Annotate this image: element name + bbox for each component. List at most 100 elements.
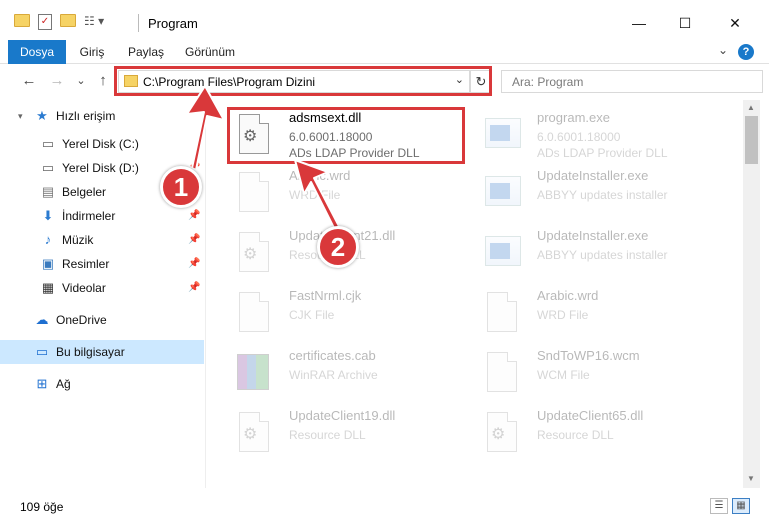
file-type: Resource DLL: [289, 428, 366, 442]
file-tile[interactable]: UpdateInstaller.exe ABBYY updates instal…: [475, 224, 711, 280]
tiles-view-icon[interactable]: ▦: [732, 498, 750, 514]
file-name: Arabic.wrd: [289, 168, 351, 183]
folder-icon: [14, 14, 30, 27]
help-icon[interactable]: ?: [738, 44, 754, 60]
drive-icon: ▭: [41, 160, 55, 175]
file-tile[interactable]: FastNrml.cjk CJK File: [227, 284, 463, 340]
pin-icon[interactable]: 📌: [188, 204, 200, 228]
minimize-button[interactable]: —: [616, 8, 662, 38]
sidebar-item-local-disk-c[interactable]: ▭ Yerel Disk (C:): [0, 132, 204, 156]
sidebar-item-label: İndirmeler: [62, 209, 116, 223]
file-name: UpdateClient65.dll: [537, 408, 644, 423]
sidebar-item-this-pc[interactable]: ▭ Bu bilgisayar: [0, 340, 204, 364]
sidebar-item-music[interactable]: ♪ Müzik 📌: [0, 228, 204, 252]
forward-button[interactable]: →: [46, 70, 68, 92]
customize-toolbar-icon[interactable]: ☷ ▾: [84, 14, 104, 32]
file-type: WRD File: [537, 308, 589, 322]
file-tile[interactable]: Arabic.wrd WRD File: [227, 164, 463, 220]
file-tile[interactable]: ⚙ UpdateClient65.dll Resource DLL: [475, 404, 711, 460]
pin-icon[interactable]: 📌: [188, 228, 200, 252]
document-file-icon: [483, 290, 521, 334]
tab-home[interactable]: Giriş: [70, 40, 114, 64]
new-folder-icon[interactable]: [60, 14, 76, 27]
cloud-icon: ☁: [35, 312, 49, 327]
file-type: WRD File: [289, 188, 341, 202]
file-type: Resource DLL: [537, 428, 614, 442]
scroll-down-icon[interactable]: ▼: [747, 474, 755, 483]
callout-badge-2: 2: [317, 226, 359, 268]
sidebar-item-label: OneDrive: [56, 313, 107, 327]
file-name: UpdateInstaller.exe: [537, 228, 649, 243]
ribbon-collapse-icon[interactable]: ⌄: [718, 43, 728, 57]
recent-locations-button[interactable]: ⌄: [70, 70, 92, 92]
navigation-pane: ▾ ★ Hızlı erişim ▭ Yerel Disk (C:) ▭ Yer…: [0, 100, 206, 488]
sidebar-item-label: Bu bilgisayar: [56, 345, 125, 359]
file-tile[interactable]: program.exe 6.0.6001.18000 ADs LDAP Prov…: [475, 106, 711, 162]
sidebar-item-label: Yerel Disk (C:): [62, 137, 139, 151]
file-name: certificates.cab: [289, 348, 376, 363]
dll-file-icon: ⚙: [483, 410, 521, 454]
sidebar-item-label: Hızlı erişim: [56, 109, 116, 123]
scrollbar-thumb[interactable]: [745, 116, 758, 164]
sidebar-item-network[interactable]: ⊞ Ağ: [0, 372, 204, 396]
videos-icon: ▦: [41, 280, 55, 295]
close-button[interactable]: ✕: [712, 8, 758, 38]
document-file-icon: [235, 290, 273, 334]
file-tile[interactable]: ⚙ UpdateClient19.dll Resource DLL: [227, 404, 463, 460]
sidebar-item-label: Ağ: [56, 377, 71, 391]
computer-icon: ▭: [35, 344, 49, 359]
chevron-down-icon[interactable]: ▾: [18, 104, 23, 128]
drive-icon: ▭: [41, 136, 55, 151]
file-name: FastNrml.cjk: [289, 288, 362, 303]
search-input[interactable]: Ara: Program: [501, 70, 763, 93]
file-name: Arabic.wrd: [537, 288, 599, 303]
file-tile[interactable]: Arabic.wrd WRD File: [475, 284, 711, 340]
callout-badge-1: 1: [160, 166, 202, 208]
sidebar-item-videos[interactable]: ▦ Videolar 📌: [0, 276, 204, 300]
sidebar-item-pictures[interactable]: ▣ Resimler 📌: [0, 252, 204, 276]
sidebar-item-label: Videolar: [62, 281, 106, 295]
file-type: WCM File: [537, 368, 590, 382]
tab-share[interactable]: Paylaş: [120, 40, 172, 64]
file-description: ADs LDAP Provider DLL: [537, 146, 668, 160]
tab-file[interactable]: Dosya: [8, 40, 66, 64]
details-view-icon[interactable]: ☰: [710, 498, 728, 514]
search-placeholder: Ara: Program: [512, 75, 584, 89]
file-name: UpdateInstaller.exe: [537, 168, 649, 183]
document-file-icon: [235, 170, 273, 214]
file-tile[interactable]: SndToWP16.wcm WCM File: [475, 344, 711, 400]
maximize-button[interactable]: ☐: [662, 8, 708, 38]
sidebar-item-quick-access[interactable]: ▾ ★ Hızlı erişim: [0, 104, 204, 128]
item-count: 109 öğe: [20, 500, 64, 514]
network-icon: ⊞: [36, 376, 48, 391]
title-separator: [138, 14, 139, 32]
properties-icon[interactable]: ✓: [38, 14, 52, 30]
vertical-scrollbar[interactable]: ▲ ▼: [743, 100, 760, 488]
status-bar: 109 öğe ☰ ▦: [0, 492, 769, 531]
sidebar-item-label: Yerel Disk (D:): [62, 161, 139, 175]
pin-icon[interactable]: 📌: [188, 252, 200, 276]
file-version: 6.0.6001.18000: [537, 130, 621, 144]
exe-file-icon: [483, 170, 521, 214]
sidebar-item-label: Resimler: [62, 257, 110, 271]
back-button[interactable]: ←: [18, 70, 40, 92]
pictures-icon: ▣: [41, 256, 55, 271]
file-tile[interactable]: certificates.cab WinRAR Archive: [227, 344, 463, 400]
archive-file-icon: [235, 350, 273, 394]
pin-icon[interactable]: 📌: [188, 276, 200, 300]
file-tile[interactable]: UpdateInstaller.exe ABBYY updates instal…: [475, 164, 711, 220]
ribbon: Dosya Giriş Paylaş Görünüm ⌄ ?: [0, 40, 769, 64]
sidebar-item-downloads[interactable]: ⬇ İndirmeler 📌: [0, 204, 204, 228]
sidebar-item-label: Müzik: [62, 233, 94, 247]
title-bar: ✓ ☷ ▾ Program — ☐ ✕: [0, 0, 769, 40]
exe-file-icon: [483, 230, 521, 274]
file-type: CJK File: [289, 308, 335, 322]
documents-icon: ▤: [41, 184, 55, 199]
sidebar-item-onedrive[interactable]: ☁ OneDrive: [0, 308, 204, 332]
file-name: SndToWP16.wcm: [537, 348, 640, 363]
tab-view[interactable]: Görünüm: [178, 40, 242, 64]
file-type: ABBYY updates installer: [537, 248, 668, 262]
scroll-up-icon[interactable]: ▲: [747, 103, 755, 112]
window-title: Program: [148, 16, 198, 31]
up-button[interactable]: ↑: [92, 70, 114, 92]
